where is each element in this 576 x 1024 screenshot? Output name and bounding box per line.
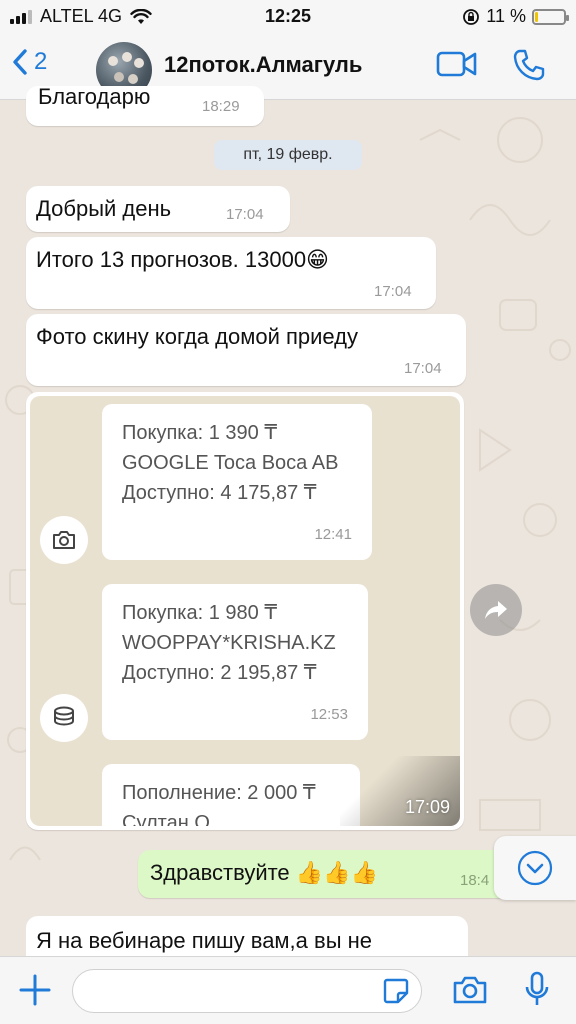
- input-bar: [0, 956, 576, 1024]
- sticker-button[interactable]: [382, 977, 410, 1010]
- chat-title[interactable]: 12поток.Алмагуль: [164, 52, 362, 78]
- card-line: Доступно: 2 195,87 ₸: [122, 662, 317, 684]
- status-bar: ALTEL 4G 12:25 11 %: [0, 0, 576, 32]
- message-text: Здравствуйте 👍👍👍: [150, 860, 378, 885]
- sticker-icon: [383, 978, 409, 1004]
- message-time: 18:4: [460, 872, 490, 889]
- card-line: Султан О.: [122, 812, 216, 826]
- screenshot-image[interactable]: Покупка: 1 390 ₸ GOOGLE Toca Boca AB Дос…: [30, 396, 460, 826]
- camera-icon: [53, 531, 75, 549]
- date-separator: пт, 19 февр.: [214, 140, 362, 170]
- camera-icon: [453, 976, 487, 1004]
- scroll-to-bottom-button[interactable]: [494, 836, 576, 900]
- coins-icon: [54, 706, 74, 726]
- battery-icon: [532, 8, 569, 25]
- card-line: Доступно: 4 175,87 ₸: [122, 482, 317, 504]
- message-bubble[interactable]: Добрый день 17:04: [26, 186, 290, 232]
- forward-arrow-icon: [485, 601, 507, 619]
- coins-circle: [40, 694, 88, 742]
- message-text: Добрый день: [36, 196, 172, 221]
- voice-call-button[interactable]: [512, 48, 546, 87]
- back-count: 2: [34, 48, 48, 75]
- message-text: Фото скину когда домой приеду: [36, 324, 359, 349]
- forward-button[interactable]: [470, 584, 522, 636]
- chevron-left-icon: [13, 49, 27, 75]
- card-line: WOOPPAY*KRISHA.KZ: [122, 632, 336, 654]
- card-time: 12:53: [310, 706, 348, 723]
- message-bubble[interactable]: Фото скину когда домой приеду 17:04: [26, 314, 466, 386]
- rotation-lock-icon: [463, 8, 480, 25]
- card-time: 12:41: [314, 526, 352, 543]
- plus-icon: [19, 974, 51, 1006]
- video-call-button[interactable]: [436, 50, 478, 83]
- status-right: 11 %: [462, 6, 569, 27]
- camera-circle: [40, 516, 88, 564]
- message-time: 17:04: [404, 360, 442, 377]
- microphone-icon: [525, 971, 549, 1005]
- outgoing-message-bubble[interactable]: Здравствуйте 👍👍👍 18:4: [138, 850, 518, 898]
- message-text: Я на вебинаре пишу вам,а вы не: [36, 928, 373, 953]
- message-text: Благодарю: [38, 84, 151, 109]
- message-input[interactable]: [72, 969, 422, 1013]
- card-line: Покупка: 1 390 ₸: [122, 422, 278, 444]
- message-bubble-partial[interactable]: Благодарю 18:29: [26, 84, 264, 126]
- message-time: 17:04: [374, 283, 412, 300]
- battery-percent: 11 %: [486, 6, 526, 26]
- transaction-card: Покупка: 1 390 ₸ GOOGLE Toca Boca AB Дос…: [102, 404, 372, 560]
- card-line: GOOGLE Toca Boca AB: [122, 452, 339, 474]
- transaction-card: Пополнение: 2 000 ₸ Султан О.: [102, 764, 360, 826]
- card-line: Покупка: 1 980 ₸: [122, 602, 278, 624]
- battery-level: [535, 11, 538, 22]
- message-text: Итого 13 прогнозов. 13000😁: [36, 247, 329, 272]
- message-time: 18:29: [202, 98, 240, 115]
- message-time: 17:04: [226, 206, 264, 223]
- camera-button[interactable]: [452, 975, 488, 1010]
- video-camera-icon: [436, 51, 477, 77]
- transaction-card: Покупка: 1 980 ₸ WOOPPAY*KRISHA.KZ Досту…: [102, 584, 368, 740]
- back-button[interactable]: 2: [12, 48, 47, 76]
- attach-button[interactable]: [18, 973, 52, 1012]
- chevron-down-icon: [517, 850, 553, 886]
- microphone-button[interactable]: [524, 971, 550, 1014]
- image-time: 17:09: [404, 797, 450, 817]
- message-bubble[interactable]: Итого 13 прогнозов. 13000😁 17:04: [26, 237, 436, 309]
- image-message[interactable]: Покупка: 1 390 ₸ GOOGLE Toca Boca AB Дос…: [26, 392, 464, 830]
- phone-icon: [513, 49, 545, 81]
- card-line: Пополнение: 2 000 ₸: [122, 782, 316, 804]
